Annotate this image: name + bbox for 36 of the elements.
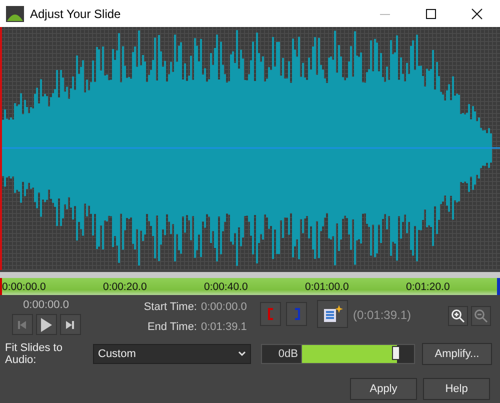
apply-button[interactable]: Apply — [350, 378, 417, 400]
zoom-in-icon — [451, 309, 465, 323]
time-label: 0:01:20.0 — [406, 280, 451, 292]
play-button[interactable] — [36, 314, 56, 335]
skip-end-icon — [65, 320, 75, 330]
set-start-button[interactable] — [260, 302, 281, 326]
amplify-button[interactable]: Amplify... — [422, 343, 492, 365]
zoom-in-button[interactable] — [448, 306, 468, 326]
scrollbar[interactable] — [0, 272, 500, 278]
start-time-label: Start Time: — [144, 301, 197, 313]
slider-thumb[interactable] — [392, 346, 400, 360]
maximize-icon[interactable] — [425, 8, 437, 20]
time-label: 0:00:00.0 — [2, 280, 47, 292]
right-bracket-icon — [294, 308, 300, 320]
current-time: 0:00:00.0 — [23, 299, 69, 311]
time-label: 0:01:00.0 — [305, 280, 350, 292]
skip-end-button[interactable] — [60, 314, 80, 335]
left-bracket-icon — [268, 308, 274, 320]
window-title: Adjust Your Slide — [30, 6, 121, 20]
fit-slides-label: Fit Slides to Audio: — [5, 342, 64, 366]
close-icon[interactable] — [471, 8, 483, 20]
skip-start-button[interactable] — [12, 314, 32, 335]
fit-slides-dropdown[interactable]: Custom — [93, 344, 251, 364]
chevron-down-icon — [238, 351, 246, 357]
duration-text: (0:01:39.1) — [353, 308, 412, 322]
app-icon — [6, 6, 24, 22]
end-time-value: 0:01:39.1 — [201, 321, 248, 333]
play-icon — [40, 318, 52, 332]
zoom-out-button[interactable] — [471, 306, 491, 326]
time-label: 0:00:20.0 — [103, 280, 148, 292]
start-time-value: 0:00:00.0 — [201, 301, 248, 313]
skip-start-icon — [17, 320, 27, 330]
time-label: 0:00:40.0 — [204, 280, 249, 292]
help-button[interactable]: Help — [423, 378, 490, 400]
end-time-label: End Time: — [147, 321, 197, 333]
zoom-out-icon — [474, 309, 488, 323]
